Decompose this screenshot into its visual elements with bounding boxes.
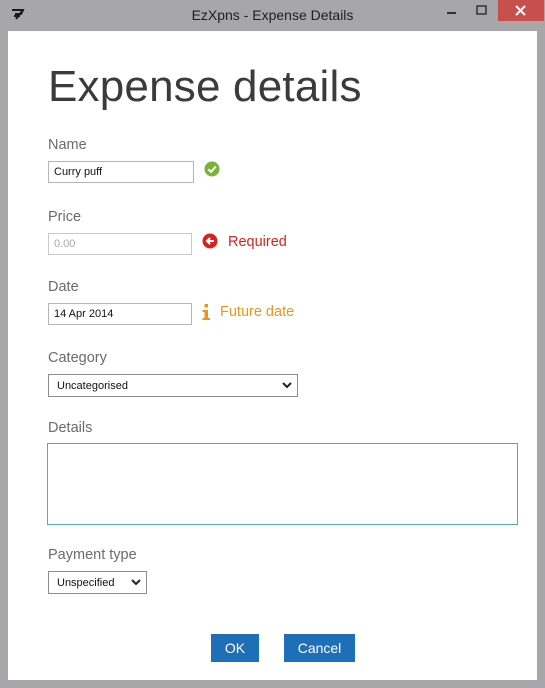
name-input[interactable]: Curry puff bbox=[48, 161, 194, 183]
chevron-down-icon bbox=[282, 382, 292, 389]
form-area: Expense details Name Curry puff Price 0.… bbox=[8, 31, 537, 680]
category-select[interactable]: Uncategorised bbox=[48, 374, 298, 397]
payment-type-select[interactable]: Unspecified bbox=[48, 571, 147, 594]
close-button[interactable] bbox=[498, 0, 544, 21]
price-label: Price bbox=[48, 209, 82, 225]
cancel-button[interactable]: Cancel bbox=[284, 634, 355, 662]
date-future-message: Future date bbox=[220, 304, 295, 320]
minimize-button[interactable] bbox=[437, 0, 466, 21]
category-label: Category bbox=[48, 350, 107, 366]
expense-details-window: EzXpns - Expense Details Expense details… bbox=[0, 0, 545, 688]
payment-type-selected-value: Unspecified bbox=[57, 577, 115, 589]
close-icon bbox=[515, 5, 526, 16]
title-bar[interactable]: EzXpns - Expense Details bbox=[0, 0, 545, 31]
maximize-button[interactable] bbox=[468, 0, 495, 21]
date-label: Date bbox=[48, 279, 79, 295]
payment-type-label: Payment type bbox=[48, 547, 137, 563]
ok-button[interactable]: OK bbox=[211, 634, 259, 662]
check-circle-icon bbox=[204, 161, 220, 177]
info-icon bbox=[202, 304, 210, 320]
category-selected-value: Uncategorised bbox=[57, 380, 128, 392]
details-textarea[interactable] bbox=[47, 443, 518, 525]
name-label: Name bbox=[48, 137, 87, 153]
price-required-message: Required bbox=[228, 234, 287, 250]
maximize-icon bbox=[476, 5, 487, 15]
chevron-down-icon bbox=[131, 579, 141, 586]
page-title: Expense details bbox=[48, 62, 362, 111]
details-label: Details bbox=[48, 420, 93, 436]
error-arrow-icon bbox=[202, 233, 218, 249]
minimize-icon bbox=[447, 12, 456, 14]
price-input[interactable]: 0.00 bbox=[48, 233, 192, 255]
date-input[interactable]: 14 Apr 2014 bbox=[48, 303, 192, 325]
